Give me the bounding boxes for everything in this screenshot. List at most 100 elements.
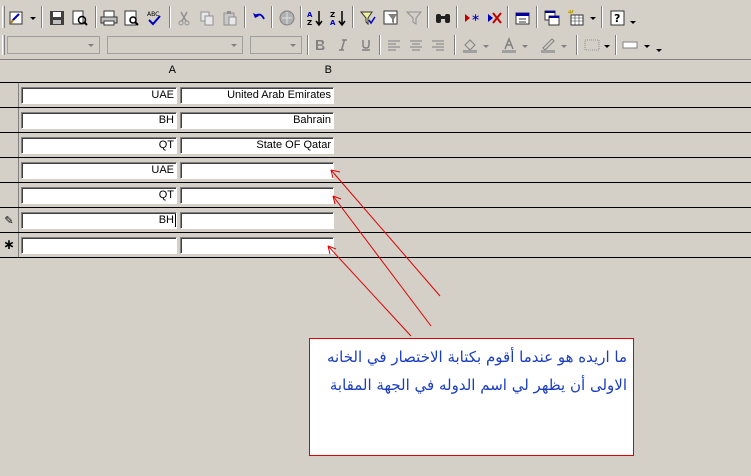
svg-text:A: A — [330, 19, 336, 27]
object-combo[interactable] — [7, 36, 100, 54]
copy-icon[interactable] — [197, 8, 217, 28]
table-row: QT — [0, 183, 751, 208]
paste-icon[interactable] — [220, 8, 240, 28]
bold-icon[interactable] — [311, 36, 329, 54]
table-row: ✎ BH — [0, 208, 751, 233]
cell-a[interactable]: QT — [21, 137, 177, 154]
find-in-file-icon[interactable] — [70, 8, 90, 28]
font-color-icon[interactable] — [500, 36, 518, 54]
sort-descending-icon[interactable]: ZA — [328, 8, 348, 28]
svg-text:Z: Z — [307, 19, 312, 27]
italic-icon[interactable] — [334, 36, 352, 54]
toolbar-grip[interactable] — [2, 6, 5, 28]
cut-icon[interactable] — [174, 8, 194, 28]
undo-icon[interactable] — [249, 8, 269, 28]
help-icon[interactable]: ? — [608, 8, 628, 28]
new-record-icon[interactable]: ∗ — [461, 8, 481, 28]
fill-color-dropdown-arrow-icon[interactable] — [483, 45, 489, 48]
database-window-icon[interactable] — [542, 8, 562, 28]
toolbar-separator — [601, 6, 603, 28]
cell-b[interactable]: Bahrain — [180, 112, 334, 129]
table-row: UAE — [0, 158, 751, 183]
toolbar-options-arrow-icon[interactable] — [656, 49, 662, 52]
cell-a[interactable]: BH — [21, 112, 177, 129]
print-preview-icon[interactable] — [122, 8, 142, 28]
special-effect-dropdown-arrow-icon[interactable] — [644, 45, 650, 48]
print-icon[interactable] — [99, 8, 119, 28]
annotation-box: ما اريده هو عندما أقوم بكتابة الاختصار ف… — [309, 338, 634, 456]
apply-filter-icon[interactable] — [404, 8, 424, 28]
new-object-icon[interactable] — [566, 8, 586, 28]
record-selector[interactable]: ✎ — [0, 208, 19, 232]
cell-b[interactable]: State OF Qatar — [180, 137, 334, 154]
toolbar-separator — [536, 6, 538, 28]
column-header-a[interactable]: A — [20, 60, 180, 82]
font-size-combo[interactable] — [250, 36, 302, 54]
font-name-combo[interactable] — [107, 36, 243, 54]
filter-by-form-icon[interactable] — [381, 8, 401, 28]
record-selector[interactable] — [0, 183, 19, 207]
toolbar-options-arrow-icon[interactable] — [630, 21, 636, 24]
toolbar-separator — [576, 35, 578, 55]
column-header-b[interactable]: B — [180, 60, 336, 82]
save-icon[interactable] — [47, 8, 67, 28]
record-selector[interactable] — [0, 133, 19, 157]
toolbar-separator — [307, 35, 309, 55]
align-left-icon[interactable] — [385, 36, 403, 54]
cell-a[interactable] — [21, 237, 177, 254]
column-header-label: A — [168, 64, 176, 76]
svg-text:ABC: ABC — [147, 11, 159, 18]
record-selector[interactable] — [0, 158, 19, 182]
table-row: UAE United Arab Emirates — [0, 83, 751, 108]
table-row: QT State OF Qatar — [0, 133, 751, 158]
pencil-icon: ✎ — [4, 213, 14, 227]
delete-record-icon[interactable] — [484, 8, 504, 28]
cell-a[interactable]: UAE — [21, 162, 177, 179]
record-selector[interactable]: ∗ — [0, 233, 19, 257]
record-selector[interactable] — [0, 108, 19, 132]
spelling-icon[interactable]: ABC — [144, 8, 164, 28]
align-center-icon[interactable] — [407, 36, 425, 54]
filter-by-selection-icon[interactable] — [358, 8, 378, 28]
new-object-dropdown-arrow-icon[interactable] — [590, 17, 596, 20]
line-color-dropdown-arrow-icon[interactable] — [561, 45, 567, 48]
chevron-down-icon — [85, 37, 97, 53]
sort-ascending-icon[interactable]: AZ — [305, 8, 325, 28]
new-record-row: ∗ — [0, 233, 751, 258]
find-binoculars-icon[interactable] — [433, 8, 453, 28]
toolbar-separator — [300, 6, 302, 28]
view-dropdown-arrow-icon[interactable] — [30, 17, 36, 20]
design-view-icon[interactable] — [7, 8, 27, 28]
special-effect-icon[interactable] — [621, 36, 639, 54]
font-color-dropdown-arrow-icon[interactable] — [522, 45, 528, 48]
toolbar-separator — [352, 6, 354, 28]
cell-b[interactable] — [180, 162, 334, 179]
svg-text:∗: ∗ — [471, 11, 480, 24]
toolbar-grip[interactable] — [2, 35, 5, 55]
align-right-icon[interactable] — [429, 36, 447, 54]
cell-b[interactable] — [180, 237, 334, 254]
column-header-label: B — [324, 64, 332, 76]
toolbar-separator — [169, 6, 171, 28]
gridlines-dropdown-arrow-icon[interactable] — [604, 45, 610, 48]
insert-hyperlink-icon[interactable] — [277, 8, 297, 28]
svg-text:Z: Z — [330, 11, 335, 19]
cell-a[interactable]: QT — [21, 187, 177, 204]
toolbar-separator — [454, 35, 456, 55]
chevron-down-icon — [287, 37, 299, 53]
cell-b[interactable] — [180, 187, 334, 204]
cell-b[interactable] — [180, 212, 334, 229]
underline-icon[interactable] — [357, 36, 375, 54]
cell-a[interactable]: BH — [21, 212, 177, 229]
toolbar-separator — [615, 35, 617, 55]
gridlines-icon[interactable] — [583, 36, 601, 54]
cell-a[interactable]: UAE — [21, 87, 177, 104]
cell-b[interactable]: United Arab Emirates — [180, 87, 334, 104]
fill-color-icon[interactable] — [461, 36, 479, 54]
line-color-icon[interactable] — [539, 36, 557, 54]
properties-icon[interactable] — [513, 8, 533, 28]
record-selector[interactable] — [0, 83, 19, 107]
toolbar-separator — [41, 6, 43, 28]
toolbar-separator — [379, 35, 381, 55]
toolbar-separator — [271, 6, 273, 28]
